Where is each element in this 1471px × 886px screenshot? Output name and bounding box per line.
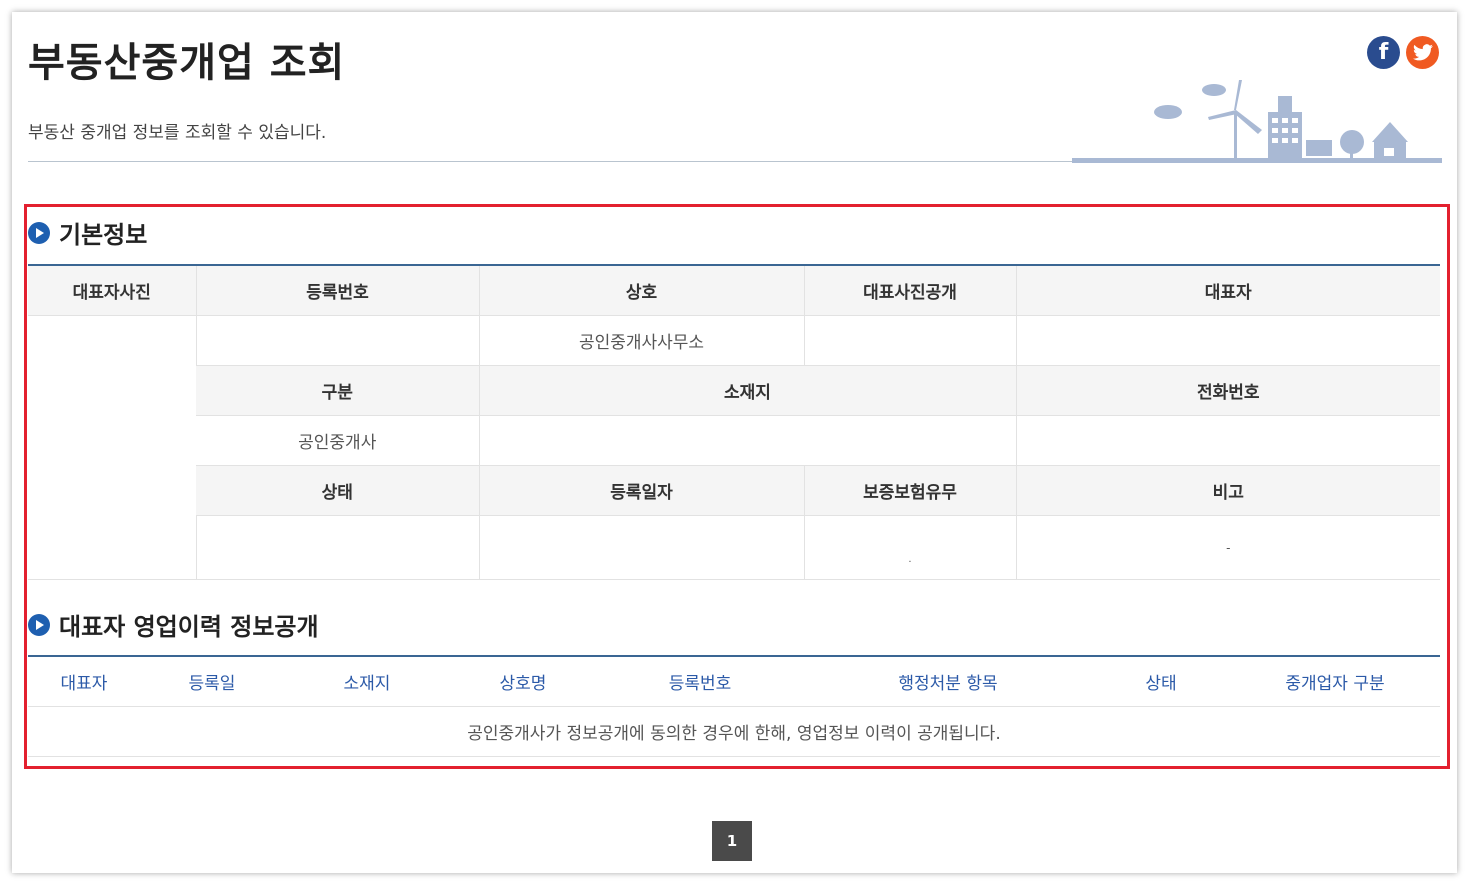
history-notice: 공인중개사가 정보공개에 동의한 경우에 한해, 영업정보 이력이 공개됩니다. (28, 706, 1440, 757)
reg-date-value (478, 515, 804, 580)
col-reg-no: 등록번호 (596, 656, 804, 707)
col-note: 비고 (1015, 465, 1440, 516)
phone-value (1015, 415, 1440, 466)
table-row: 대표자사진 등록번호 상호 대표사진공개 대표자 (28, 265, 1440, 316)
table-row: 공인중개사사무소 (28, 315, 1440, 580)
basic-info-title: 기본정보 (28, 215, 147, 250)
col-photo-public: 대표사진공개 (803, 265, 1016, 316)
col-status: 상태 (196, 465, 479, 516)
rep-photo-cell (28, 315, 196, 580)
basic-info-title-text: 기본정보 (59, 221, 148, 249)
col-rep: 대표자 (1015, 265, 1440, 316)
page-button-1[interactable]: 1 (712, 821, 752, 861)
history-title: 대표자 영업이력 정보공개 (28, 607, 319, 642)
col-address: 소재지 (478, 365, 1016, 416)
play-bullet-icon (28, 221, 50, 244)
header-divider (28, 161, 1078, 162)
history-title-text: 대표자 영업이력 정보공개 (59, 613, 319, 641)
col-photo: 대표자사진 (28, 265, 196, 316)
reg-no-value (195, 315, 479, 366)
rep-value (1015, 315, 1440, 366)
col-status: 상태 (1092, 656, 1230, 707)
col-business-name: 상호명 (450, 656, 596, 707)
note-value: - (1015, 515, 1440, 580)
col-broker-type: 중개업자 구분 (1230, 656, 1440, 707)
page-frame: 부동산중개업 조회 부동산 중개업 정보를 조회할 수 있습니다. f 기본정보… (12, 12, 1457, 873)
col-phone: 전화번호 (1015, 365, 1440, 416)
insurance-value: . (803, 515, 1016, 580)
twitter-icon[interactable] (1406, 36, 1439, 69)
page-title: 부동산중개업 조회 (28, 40, 346, 86)
table-row: 상태 등록일자 보증보험유무 비고 (28, 465, 1440, 516)
col-disposition: 행정처분 항목 (804, 656, 1092, 707)
col-category: 구분 (196, 365, 479, 416)
name-value: 공인중개사사무소 (478, 315, 804, 366)
col-reg-date: 등록일자 (478, 465, 804, 516)
table-row: 공인중개사 (28, 415, 1440, 466)
basic-info-table: 대표자사진 등록번호 상호 대표사진공개 대표자 공인중개사사무소 구분 소재지… (28, 264, 1440, 580)
facebook-icon[interactable]: f (1367, 36, 1400, 69)
history-table: 대표자 등록일 소재지 상호명 등록번호 행정처분 항목 상태 중개업자 구분 … (28, 655, 1440, 757)
col-address: 소재지 (284, 656, 450, 707)
col-reg-date: 등록일 (140, 656, 284, 707)
page-description: 부동산 중개업 정보를 조회할 수 있습니다. (28, 123, 327, 143)
status-value (195, 515, 479, 580)
table-row: 공인중개사가 정보공개에 동의한 경우에 한해, 영업정보 이력이 공개됩니다. (28, 706, 1440, 757)
col-reg-no: 등록번호 (195, 265, 479, 316)
col-insurance: 보증보험유무 (803, 465, 1016, 516)
table-row: 대표자 등록일 소재지 상호명 등록번호 행정처분 항목 상태 중개업자 구분 (28, 656, 1440, 707)
city-illustration (1072, 80, 1442, 163)
table-row: 구분 소재지 전화번호 (28, 365, 1440, 416)
address-value (478, 415, 1016, 466)
table-row: . - (28, 515, 1440, 580)
col-name: 상호 (478, 265, 804, 316)
photo-public-value (803, 315, 1016, 366)
category-value: 공인중개사 (196, 415, 479, 466)
col-rep: 대표자 (28, 656, 140, 707)
play-bullet-icon (28, 613, 50, 636)
